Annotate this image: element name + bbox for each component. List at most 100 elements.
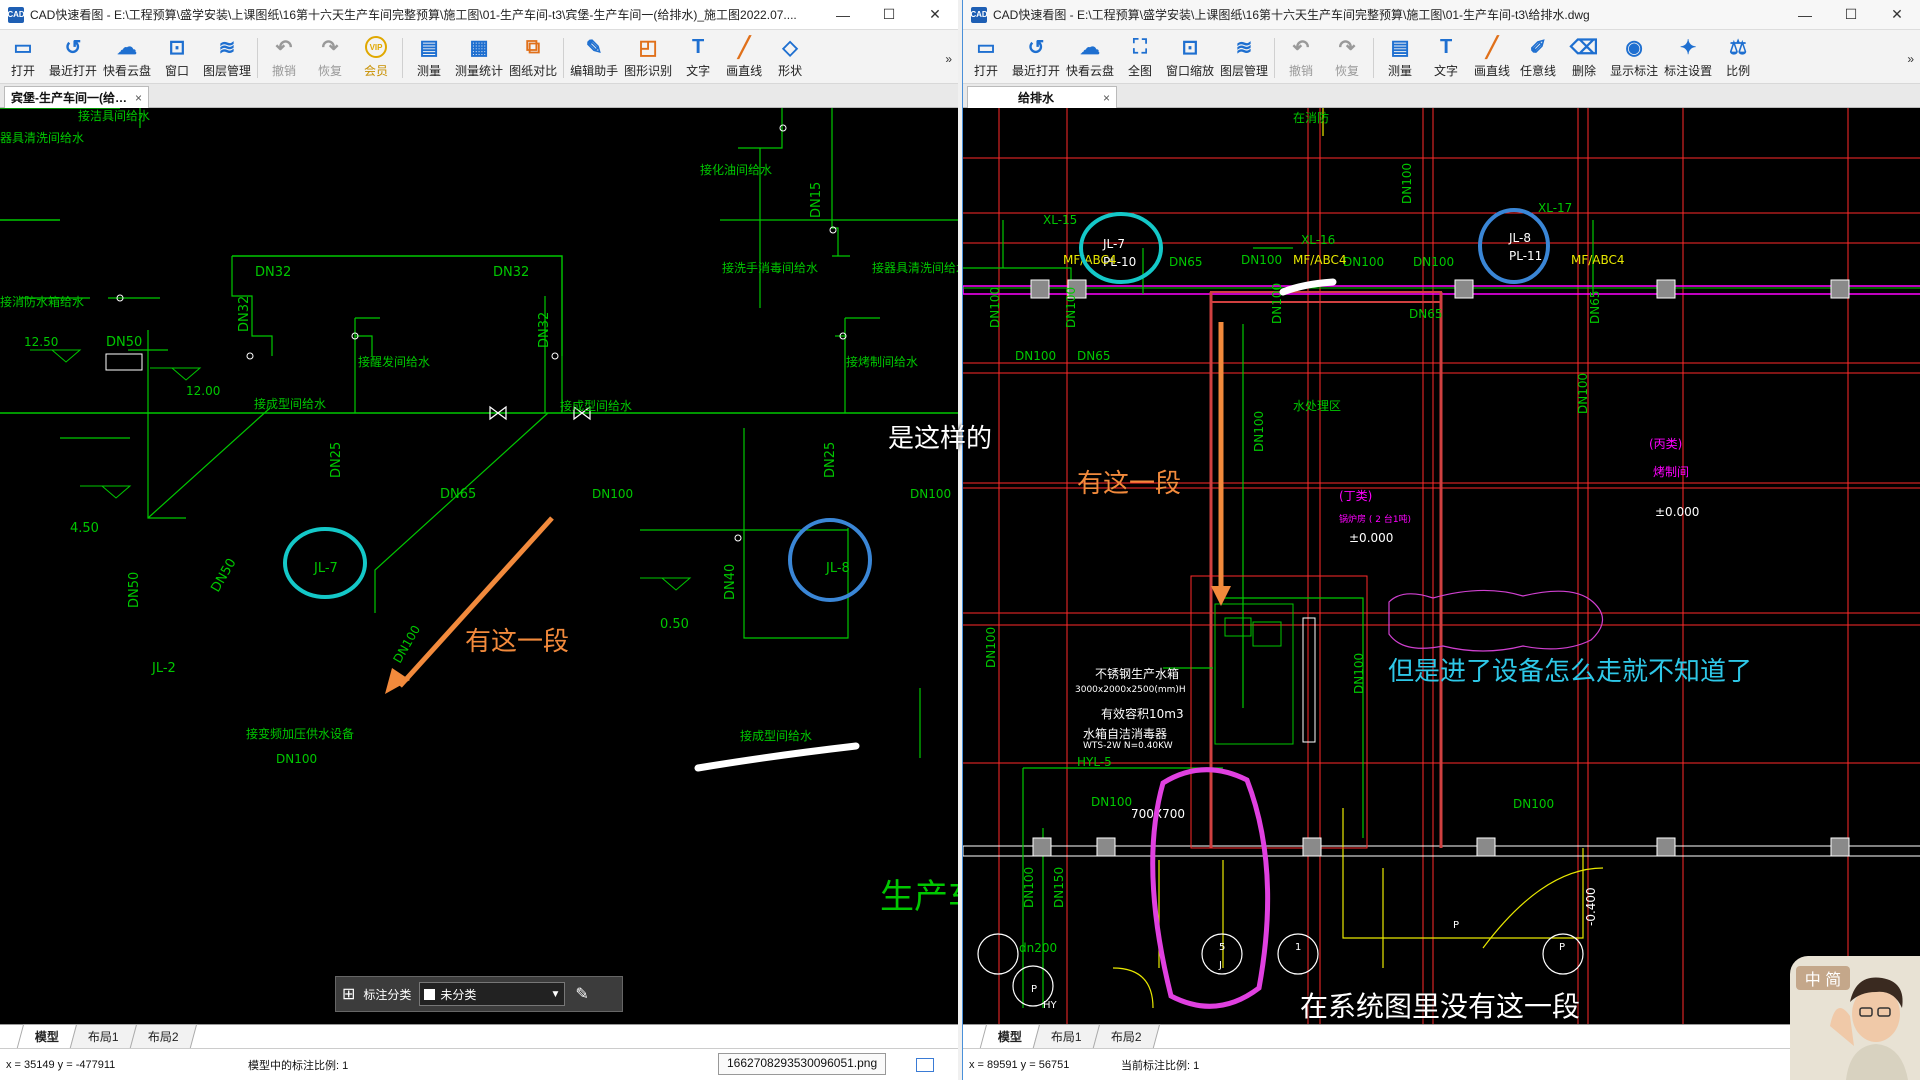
toolbar-measure-stats-button[interactable]: ▦ 测量统计 <box>455 34 503 79</box>
ruler-icon: ▤ <box>419 36 439 59</box>
toolbar-vip-button[interactable]: VIP 会员 <box>356 34 396 79</box>
layout-tab-1[interactable]: 布局1 <box>69 1024 137 1048</box>
window-icon[interactable] <box>916 1058 934 1072</box>
toolbar-label: 最近打开 <box>49 64 98 78</box>
door-swing <box>1112 967 1154 1009</box>
toolbar-text-button[interactable]: T 文字 <box>1426 34 1466 79</box>
close-button[interactable]: ✕ <box>912 0 958 30</box>
toolbar-more-button[interactable]: » <box>945 34 958 66</box>
left-title-bar: CAD CAD快速看图 - E:\工程预算\盛学安装\上课图纸\16第十六天生产… <box>0 0 958 30</box>
toolbar-annotation-settings-button[interactable]: ✦ 标注设置 <box>1664 34 1712 79</box>
left-drawing-canvas[interactable]: 接洁具间给水 器具清洗间给水 接化油间给水 DN15 DN32 DN32 DN32 DN32 接… <box>0 108 958 1024</box>
toolbar-shape-recognize-button[interactable]: ◰ 图形识别 <box>624 34 672 79</box>
toolbar-ruler-button[interactable]: ▤ 测量 <box>1380 34 1420 79</box>
drawing-label: JL-7 <box>1102 237 1125 251</box>
toolbar-undo-button[interactable]: ↶ 撤销 <box>264 34 304 79</box>
toolbar-label: 形状 <box>778 64 803 78</box>
right-document-tab[interactable]: 给排水 × <box>967 86 1117 108</box>
toolbar-eraser-button[interactable]: ⌫ 删除 <box>1564 34 1604 79</box>
pipe-line <box>147 330 186 519</box>
left-tab-label: 宾堡-生产车间一(给… <box>11 91 127 105</box>
maximize-button[interactable]: ☐ <box>866 0 912 30</box>
grid-icon[interactable]: ⊞ <box>342 984 355 1004</box>
annotation-category-select[interactable]: 未分类 ▼ <box>419 982 566 1006</box>
toolbar-cloud-button[interactable]: ☁ 快看云盘 <box>103 34 151 79</box>
layout-tab-2[interactable]: 布局2 <box>1092 1024 1160 1048</box>
toolbar-edit-assistant-button[interactable]: ✎ 编辑助手 <box>570 34 618 79</box>
toolbar-line-button[interactable]: ╱ 画直线 <box>724 34 764 79</box>
fitting-icon <box>551 352 559 360</box>
drawing-label: DN32 <box>237 296 252 332</box>
toolbar-more-button[interactable]: » <box>1907 34 1920 66</box>
toolbar-label: 画直线 <box>726 64 763 78</box>
toolbar-folder-open-button[interactable]: ▭ 打开 <box>3 34 43 79</box>
toolbar-ruler-button[interactable]: ▤ 测量 <box>409 34 449 79</box>
annotation-text: 有这一段 <box>465 627 569 657</box>
layout-tab-0[interactable]: 模型 <box>979 1024 1041 1048</box>
layout-tab-2[interactable]: 布局2 <box>129 1024 197 1048</box>
toolbar-layers-button[interactable]: ≋ 图层管理 <box>203 34 251 79</box>
toolbar-redo-button[interactable]: ↷ 恢复 <box>310 34 350 79</box>
drawing-label: DN100 <box>276 752 317 766</box>
toolbar-label: 窗口 <box>165 64 190 78</box>
toolbar-compare-button[interactable]: ⧉ 图纸对比 <box>509 34 557 79</box>
toolbar-eye-button[interactable]: ◉ 显示标注 <box>1610 34 1658 79</box>
drawing-label: J <box>1218 960 1222 971</box>
minimize-button[interactable]: — <box>820 0 866 30</box>
close-tab-icon[interactable]: × <box>135 91 142 105</box>
left-document-tab[interactable]: 宾堡-生产车间一(给… × <box>4 86 150 108</box>
redo-icon: ↷ <box>321 36 339 59</box>
right-title-bar: CAD CAD快速看图 - E:\工程预算\盛学安装\上课图纸\16第十六天生产… <box>963 0 1920 30</box>
toolbar-label: 窗口缩放 <box>1166 64 1215 78</box>
maximize-button[interactable]: ☐ <box>1828 0 1874 30</box>
drawing-label: 接器具清洗间给水 <box>872 260 958 275</box>
toolbar-label: 编辑助手 <box>570 64 619 78</box>
drawing-label: 接成型间给水 <box>254 396 326 411</box>
drawing-label: MF/ABC4 <box>1571 253 1625 267</box>
pipe-line <box>355 335 373 356</box>
drawing-label: 0.50 <box>660 617 689 632</box>
right-drawing-canvas[interactable]: 在消防 DN100 XL-15 JL-7 PL-10 DN65 DN100 MF/ABC4 XL… <box>963 108 1920 1024</box>
toolbar-freehand-button[interactable]: ✐ 任意线 <box>1518 34 1558 79</box>
close-tab-icon[interactable]: × <box>1103 91 1110 105</box>
toolbar-label: 比例 <box>1726 64 1751 78</box>
column-block <box>1656 279 1676 299</box>
fitting-icon <box>779 124 787 132</box>
toolbar-redo-button[interactable]: ↷ 恢复 <box>1327 34 1367 79</box>
drawing-label: 不锈钢生产水箱 <box>1095 666 1179 681</box>
drawing-label: DN65 <box>1169 255 1203 269</box>
toolbar-layers-button[interactable]: ≋ 图层管理 <box>1220 34 1268 79</box>
minimize-button[interactable]: — <box>1782 0 1828 30</box>
drawing-label: 水处理区 <box>1293 399 1341 413</box>
toolbar-folder-open-button[interactable]: ▭ 打开 <box>966 34 1006 79</box>
annotation-settings-icon: ✦ <box>1679 36 1697 59</box>
annotation-note: 但是进了设备怎么走就不知道了 <box>1388 657 1752 687</box>
toolbar-line-button[interactable]: ╱ 画直线 <box>1472 34 1512 79</box>
toolbar-scale-button[interactable]: ⚖ 比例 <box>1718 34 1758 79</box>
drawing-label: HY <box>1043 1000 1058 1011</box>
folder-open-icon: ▭ <box>13 36 33 59</box>
toolbar-history-button[interactable]: ↺ 最近打开 <box>49 34 97 79</box>
drawing-label: DN100 <box>1252 411 1266 452</box>
toolbar-shapes-button[interactable]: ◇ 形状 <box>770 34 810 79</box>
drawing-label: DN65 <box>1409 307 1443 321</box>
toolbar-fit-all-button[interactable]: ⛶ 全图 <box>1120 34 1160 79</box>
layout-tab-1[interactable]: 布局1 <box>1032 1024 1100 1048</box>
close-button[interactable]: ✕ <box>1874 0 1920 30</box>
toolbar-text-button[interactable]: T 文字 <box>678 34 718 79</box>
cloud-icon: ☁ <box>1080 36 1101 59</box>
toolbar-history-button[interactable]: ↺ 最近打开 <box>1012 34 1060 79</box>
edit-icon[interactable]: ✎ <box>575 984 588 1004</box>
drawing-label: 烤制间 <box>1653 464 1689 479</box>
toolbar-undo-button[interactable]: ↶ 撤销 <box>1281 34 1321 79</box>
toolbar-window-zoom-button[interactable]: ⊡ 窗口缩放 <box>1166 34 1214 79</box>
drawing-label: 接洗手消毒间给水 <box>722 260 818 275</box>
toolbar-cloud-button[interactable]: ☁ 快看云盘 <box>1066 34 1114 79</box>
drawing-label: 接醒发间给水 <box>358 354 430 369</box>
drawing-label: DN100 <box>1413 255 1454 269</box>
layout-tab-0[interactable]: 模型 <box>16 1024 78 1048</box>
drawing-label: -0.400 <box>1584 887 1598 926</box>
toolbar-window-zoom-button[interactable]: ⊡ 窗口 <box>157 34 197 79</box>
drawing-label: DN40 <box>723 564 738 600</box>
toolbar-label: 撤销 <box>1289 64 1314 78</box>
